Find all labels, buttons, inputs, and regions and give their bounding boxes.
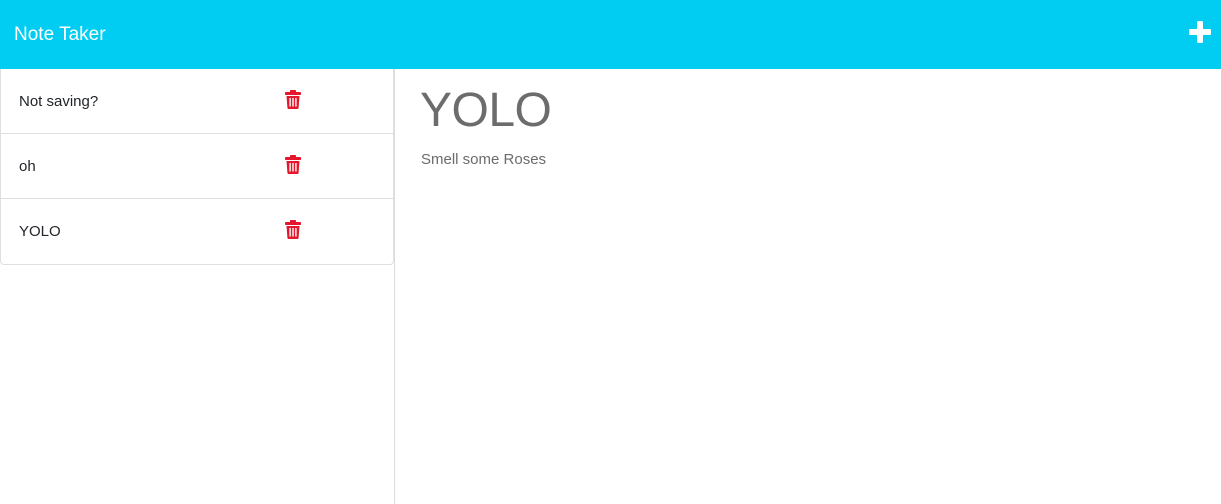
note-title[interactable]: YOLO: [19, 223, 61, 240]
note-editor: YOLO Smell some Roses: [395, 69, 1221, 504]
note-title[interactable]: oh: [19, 158, 36, 175]
note-text-area[interactable]: Smell some Roses: [421, 151, 546, 168]
navbar: Note Taker: [0, 0, 1221, 69]
sidebar: Not saving? oh YOLO: [0, 69, 395, 504]
note-list-item[interactable]: Not saving?: [1, 69, 393, 134]
trash-icon[interactable]: [285, 90, 301, 109]
trash-icon[interactable]: [285, 155, 301, 174]
note-title[interactable]: Not saving?: [19, 93, 98, 110]
note-list-item[interactable]: oh: [1, 134, 393, 199]
note-title-input[interactable]: YOLO: [420, 83, 552, 138]
note-list: Not saving? oh YOLO: [0, 69, 394, 265]
brand-title[interactable]: Note Taker: [14, 24, 106, 46]
note-list-item[interactable]: YOLO: [1, 199, 393, 264]
plus-icon[interactable]: [1188, 20, 1212, 44]
trash-icon[interactable]: [285, 220, 301, 239]
